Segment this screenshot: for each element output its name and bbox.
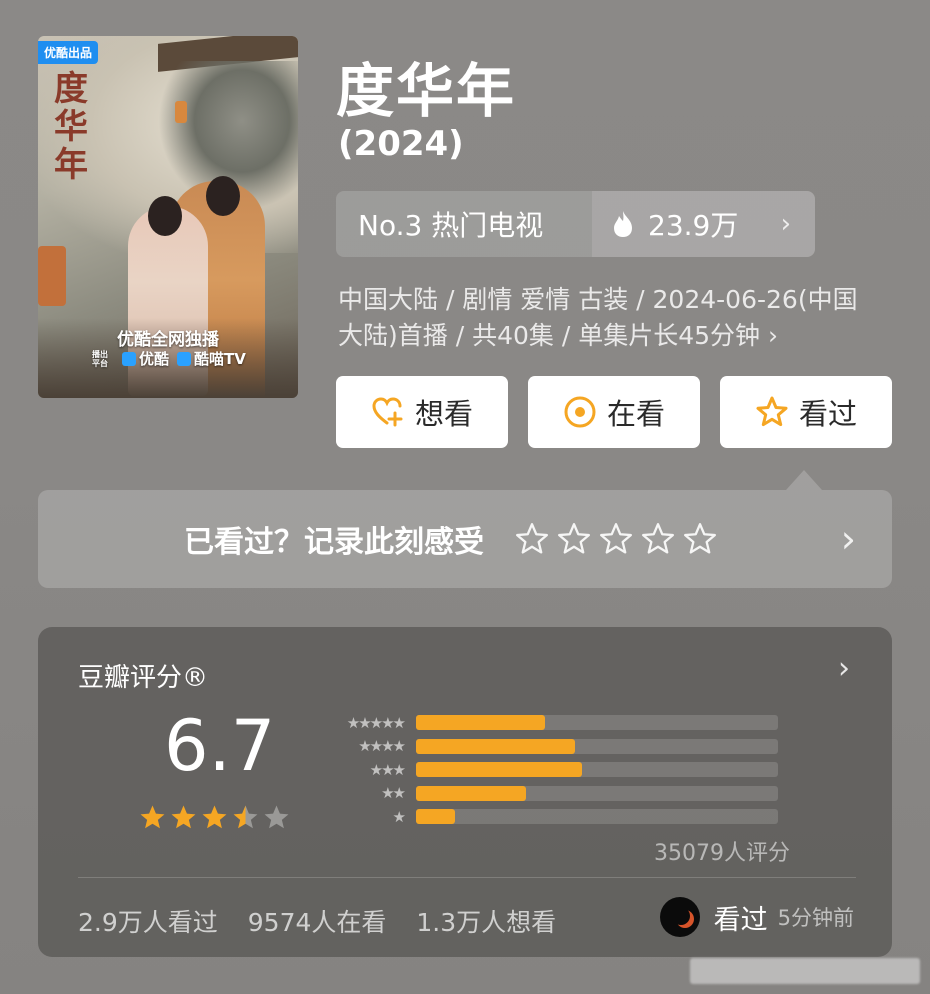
rating-row-1-star: ★ <box>326 805 778 829</box>
rating-bar-1星 <box>416 809 456 825</box>
rating-bar-4星 <box>416 738 575 754</box>
star-filled-icon <box>140 805 165 829</box>
rate-stars[interactable] <box>514 521 718 557</box>
rating-bar-2星 <box>416 785 527 801</box>
star-outline-icon[interactable] <box>682 521 718 557</box>
star-outline-icon[interactable] <box>598 521 634 557</box>
watching-count[interactable]: 9574人在看 <box>248 903 387 939</box>
rating-bar-5星 <box>416 715 546 731</box>
rating-bar-track <box>416 785 778 801</box>
record-feeling-bar[interactable]: 已看过？记录此刻感受 › <box>38 490 892 588</box>
rank-bar[interactable]: No.3 热门电视 23.9万 › <box>336 191 815 257</box>
poster-platform1: 优酷 <box>122 348 169 369</box>
poster-platform2: 酷喵TV <box>177 348 246 369</box>
star-empty-icon <box>264 805 289 829</box>
poster-male-head <box>206 176 240 216</box>
rating-row-3-star: ★★★ <box>326 758 778 782</box>
watched-button[interactable]: 看过 <box>720 376 892 448</box>
movie-title: 度华年 <box>336 57 517 125</box>
star-outline-icon[interactable] <box>640 521 676 557</box>
chevron-right-icon: › <box>840 517 856 561</box>
heat-section: 23.9万 › <box>592 191 815 257</box>
rating-title: 豆瓣评分® <box>78 663 209 693</box>
rating-distribution: ★★★★★ ★★★★ ★★★ ★★ ★ <box>326 711 778 829</box>
movie-meta[interactable]: 中国大陆 / 剧情 爱情 古装 / 2024-06-26(中国大陆)首播 / 共… <box>338 282 878 354</box>
rating-stars <box>138 803 291 832</box>
star-outline-icon <box>756 396 788 427</box>
star-half-icon <box>233 805 258 829</box>
rating-bar-3星 <box>416 762 582 778</box>
record-pointer <box>786 470 822 490</box>
watched-label: 看过 <box>798 397 857 431</box>
watching-label: 在看 <box>606 397 665 431</box>
want-to-watch-button[interactable]: 想看 <box>336 376 508 448</box>
youku-logo-icon <box>122 352 136 366</box>
rating-bar-track <box>416 762 778 778</box>
rating-score: 6.7 <box>164 705 276 787</box>
heart-plus-icon <box>372 397 403 427</box>
rank-label: No.3 热门电视 <box>336 191 592 257</box>
want-count[interactable]: 1.3万人想看 <box>416 903 556 939</box>
watch-stats: 2.9万人看过 9574人在看 1.3万人想看 <box>78 903 556 939</box>
poster-image[interactable]: 优酷出品 度华年 优酷全网独播 播出平台 优酷 酷喵TV <box>38 36 298 398</box>
poster-female-head <box>148 196 182 236</box>
star-outline-icon[interactable] <box>514 521 550 557</box>
rating-row-5-star: ★★★★★ <box>326 711 778 735</box>
star-outline-icon[interactable] <box>556 521 592 557</box>
rating-count: 35079人评分 <box>654 841 790 866</box>
rating-row-stars: ★★ <box>381 784 406 803</box>
kumiao-logo-icon <box>177 352 192 366</box>
rating-row-stars: ★★★ <box>369 760 406 779</box>
rating-bar-track <box>416 809 778 825</box>
divider <box>78 877 856 878</box>
star-filled-icon <box>171 805 196 829</box>
rating-bar-track <box>416 715 778 731</box>
rating-bar-track <box>416 738 778 754</box>
rating-row-stars: ★★★★★ <box>346 713 406 732</box>
watermark <box>690 958 920 984</box>
poster-vertical-title: 度华年 <box>54 69 88 185</box>
poster-badge: 优酷出品 <box>38 41 99 64</box>
my-status-label: 看过 <box>713 904 768 936</box>
douban-rating-card[interactable]: 豆瓣评分® › 6.7 ★★★★★ ★★★★ ★★★ ★★ ★ 35079人评分 2.9… <box>38 627 892 957</box>
record-prompt: 已看过？记录此刻感受 <box>184 525 484 560</box>
my-status-time: 5分钟前 <box>777 906 854 930</box>
poster-exclusive-text: 优酷全网独播 <box>117 330 219 350</box>
poster-platforms: 播出平台 优酷 酷喵TV <box>92 348 246 369</box>
rating-row-2-star: ★★ <box>326 782 778 806</box>
chevron-right-icon: › <box>780 209 791 239</box>
my-status[interactable]: 看过 5分钟前 <box>659 897 854 937</box>
heat-value: 23.9万 <box>648 209 739 242</box>
poster-lantern <box>38 246 66 306</box>
want-label: 想看 <box>414 397 473 431</box>
rating-row-4-star: ★★★★ <box>326 735 778 759</box>
rating-row-stars: ★★★★ <box>358 737 406 756</box>
watched-count[interactable]: 2.9万人看过 <box>78 903 218 939</box>
poster-hanging-lantern <box>175 101 187 123</box>
flame-icon <box>614 211 632 237</box>
avatar <box>659 897 700 937</box>
chevron-right-icon[interactable]: › <box>838 651 850 686</box>
watching-button[interactable]: 在看 <box>528 376 700 448</box>
movie-year: (2024) <box>338 124 464 164</box>
star-filled-icon <box>202 805 227 829</box>
poster-platform-tag: 播出平台 <box>92 349 108 368</box>
rating-row-stars: ★ <box>392 807 406 826</box>
target-icon <box>564 396 596 428</box>
